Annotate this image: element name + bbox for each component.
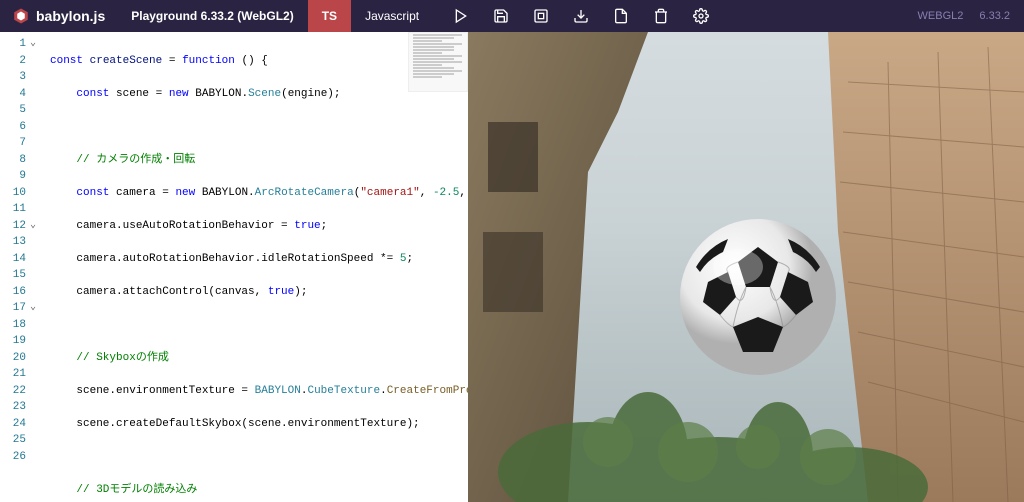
line-gutter: 1⌄23456789101112⌄1314151617⌄181920212223… <box>0 32 32 502</box>
logo-area: babylon.js <box>0 7 117 25</box>
soccer-ball <box>678 217 838 377</box>
javascript-tab[interactable]: Javascript <box>351 0 433 32</box>
preview-canvas[interactable] <box>468 32 1024 502</box>
new-file-icon[interactable] <box>613 8 629 24</box>
play-icon[interactable] <box>453 8 469 24</box>
playground-version-label: Playground 6.33.2 (WebGL2) <box>117 9 307 23</box>
fold-toggle[interactable]: ⌄ <box>30 36 36 53</box>
webgl-label: WEBGL2 <box>918 10 964 22</box>
version-label: 6.33.2 <box>979 10 1010 22</box>
clear-icon[interactable] <box>653 8 669 24</box>
header: babylon.js Playground 6.33.2 (WebGL2) TS… <box>0 0 1024 32</box>
code-editor[interactable]: 1⌄23456789101112⌄1314151617⌄181920212223… <box>0 32 468 502</box>
download-icon[interactable] <box>573 8 589 24</box>
fold-toggle[interactable]: ⌄ <box>30 218 36 235</box>
minimap[interactable] <box>408 32 468 92</box>
babylon-logo-icon <box>12 7 30 25</box>
settings-icon[interactable] <box>693 8 709 24</box>
logo-text: babylon.js <box>36 8 105 24</box>
typescript-tab[interactable]: TS <box>308 0 351 32</box>
inspector-icon[interactable] <box>533 8 549 24</box>
toolbar <box>433 8 729 24</box>
save-icon[interactable] <box>493 8 509 24</box>
fold-toggle[interactable]: ⌄ <box>30 300 36 317</box>
code-area[interactable]: const createScene = function () { const … <box>32 32 468 502</box>
